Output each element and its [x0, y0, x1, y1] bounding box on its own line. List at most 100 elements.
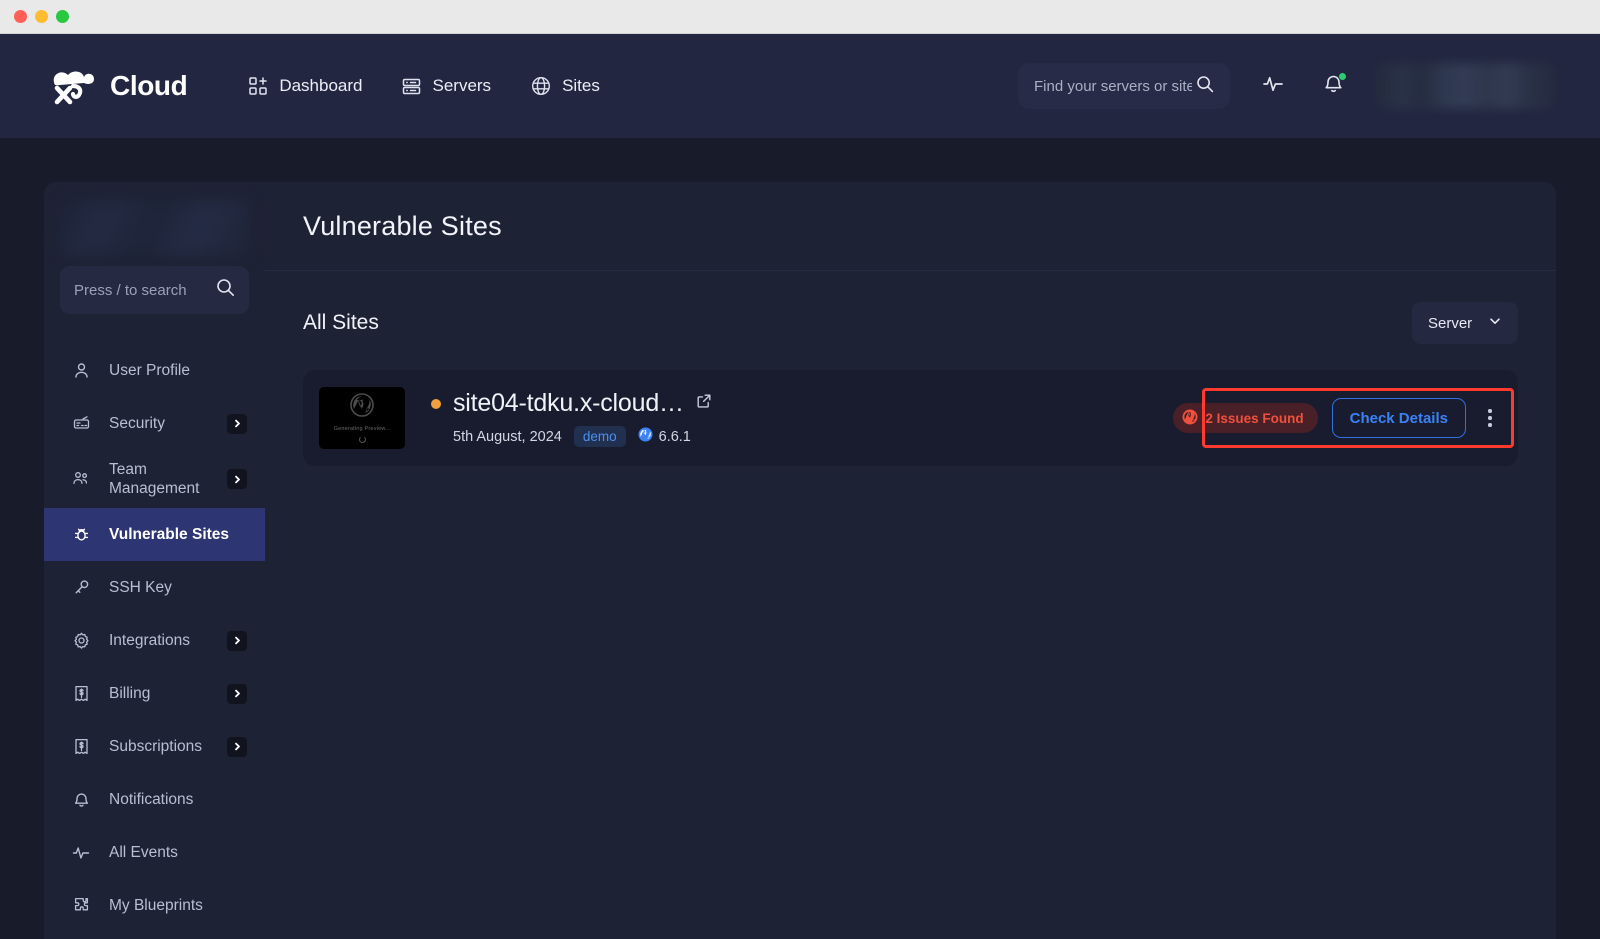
nav-item-servers[interactable]: Servers	[402, 76, 491, 96]
sidebar-item-label: Integrations	[109, 631, 227, 650]
user-icon	[70, 362, 92, 379]
key-icon	[70, 579, 92, 596]
app-root: Cloud Dashboard	[0, 34, 1600, 939]
sidebar-item-label: User Profile	[109, 361, 247, 380]
sidebar-search-input[interactable]	[74, 282, 214, 299]
wordpress-icon	[638, 427, 653, 446]
activity-button[interactable]	[1256, 69, 1290, 103]
nav-item-dashboard-label: Dashboard	[279, 76, 362, 96]
top-navigation-bar: Cloud Dashboard	[0, 34, 1600, 138]
sidebar-item-user-profile[interactable]: User Profile	[44, 344, 265, 397]
sidebar-item-subscriptions[interactable]: Subscriptions	[44, 720, 265, 773]
site-date: 5th August, 2024	[453, 429, 562, 445]
sidebar-item-security[interactable]: Security	[44, 397, 265, 450]
global-search[interactable]	[1018, 63, 1230, 109]
notification-unread-dot	[1338, 72, 1347, 81]
chevron-right-icon[interactable]	[227, 631, 247, 651]
bell-icon	[70, 791, 92, 808]
gear-icon	[70, 632, 92, 649]
activity-pulse-icon	[70, 844, 92, 862]
brand-logo[interactable]: Cloud	[46, 66, 187, 106]
sidebar-item-notifications[interactable]: Notifications	[44, 773, 265, 826]
receipt-icon	[70, 738, 92, 755]
page-title: Vulnerable Sites	[303, 211, 502, 242]
more-vertical-icon[interactable]	[1480, 401, 1500, 435]
sidebar-nav: User Profile Security	[44, 344, 265, 932]
xcloud-logo-icon	[46, 66, 100, 106]
chevron-right-icon[interactable]	[227, 684, 247, 704]
sidebar-item-team-management[interactable]: Team Management	[44, 450, 265, 508]
sidebar-item-label: SSH Key	[109, 578, 247, 597]
content-wrapper: User Profile Security	[0, 138, 1600, 939]
bug-icon	[70, 526, 92, 543]
sidebar-account-card[interactable]	[60, 200, 249, 256]
page-header: Vulnerable Sites	[265, 182, 1556, 271]
site-info: site04-tdku.x-cloud… 5th August, 2024 de…	[431, 389, 712, 447]
main-panel: Vulnerable Sites All Sites Server	[265, 182, 1556, 939]
servers-stack-icon	[402, 77, 421, 96]
site-status-dot	[431, 399, 441, 409]
site-thumbnail: Generating Preview...	[319, 387, 405, 449]
search-icon	[1196, 75, 1214, 98]
nav-item-sites[interactable]: Sites	[531, 76, 600, 96]
puzzle-icon	[70, 897, 92, 914]
chevron-right-icon[interactable]	[227, 469, 247, 489]
sidebar-item-label: Notifications	[109, 790, 247, 809]
external-link-icon[interactable]	[696, 393, 712, 414]
close-window-button[interactable]	[14, 10, 27, 23]
sidebar-item-label: Subscriptions	[109, 737, 227, 756]
wordpress-version: 6.6.1	[638, 427, 691, 446]
traffic-lights	[14, 10, 69, 23]
global-search-input[interactable]	[1034, 78, 1192, 95]
site-tag[interactable]: demo	[574, 426, 626, 447]
sidebar-search[interactable]	[60, 266, 249, 314]
chevron-right-icon[interactable]	[227, 737, 247, 757]
team-users-icon	[70, 470, 92, 488]
sidebar-item-label: Vulnerable Sites	[109, 525, 247, 544]
site-name[interactable]: site04-tdku.x-cloud…	[453, 389, 684, 418]
site-card-actions: 2 Issues Found Check Details	[1173, 398, 1500, 438]
server-filter-dropdown[interactable]: Server	[1412, 302, 1518, 344]
site-card[interactable]: Generating Preview... site04-tdku.x-clou…	[303, 370, 1518, 466]
activity-pulse-icon	[1262, 73, 1284, 100]
page-body: All Sites Server	[265, 271, 1556, 466]
window-titlebar	[0, 0, 1600, 34]
issues-found-label: 2 Issues Found	[1205, 411, 1303, 426]
globe-icon	[531, 76, 551, 96]
sidebar-item-my-blueprints[interactable]: My Blueprints	[44, 879, 265, 932]
sidebar-item-billing[interactable]: Billing	[44, 667, 265, 720]
brand-name: Cloud	[110, 70, 187, 102]
user-profile-avatar[interactable]	[1376, 63, 1554, 109]
receipt-icon	[70, 685, 92, 702]
sidebar-item-label: Security	[109, 414, 227, 433]
section-header: All Sites Server	[303, 302, 1518, 344]
site-meta: 5th August, 2024 demo 6.6.1	[431, 426, 712, 447]
sidebar-item-integrations[interactable]: Integrations	[44, 614, 265, 667]
security-shield-icon	[70, 415, 92, 432]
sidebar-item-label: My Blueprints	[109, 896, 247, 915]
maximize-window-button[interactable]	[56, 10, 69, 23]
site-name-row: site04-tdku.x-cloud…	[431, 389, 712, 418]
minimize-window-button[interactable]	[35, 10, 48, 23]
issues-found-badge[interactable]: 2 Issues Found	[1173, 403, 1317, 433]
nav-item-dashboard[interactable]: Dashboard	[249, 76, 362, 96]
thumbnail-status-text: Generating Preview...	[334, 426, 391, 432]
sidebar-item-label: Billing	[109, 684, 227, 703]
sidebar-item-label: Team Management	[109, 460, 227, 499]
wordpress-version-label: 6.6.1	[659, 429, 691, 445]
sidebar-item-vulnerable-sites[interactable]: Vulnerable Sites	[44, 508, 265, 561]
server-filter-label: Server	[1428, 315, 1472, 332]
top-bar-actions	[1018, 34, 1554, 138]
notifications-button[interactable]	[1316, 69, 1350, 103]
nav-item-sites-label: Sites	[562, 76, 600, 96]
chevron-down-icon	[1488, 314, 1502, 332]
nav-item-servers-label: Servers	[432, 76, 491, 96]
wordpress-icon	[350, 393, 374, 422]
section-title: All Sites	[303, 311, 379, 335]
chevron-right-icon[interactable]	[227, 414, 247, 434]
sidebar-item-ssh-key[interactable]: SSH Key	[44, 561, 265, 614]
sidebar-item-all-events[interactable]: All Events	[44, 826, 265, 879]
check-details-button[interactable]: Check Details	[1332, 398, 1466, 438]
main-nav: Dashboard Servers	[249, 76, 600, 96]
dashboard-grid-icon	[249, 77, 268, 96]
